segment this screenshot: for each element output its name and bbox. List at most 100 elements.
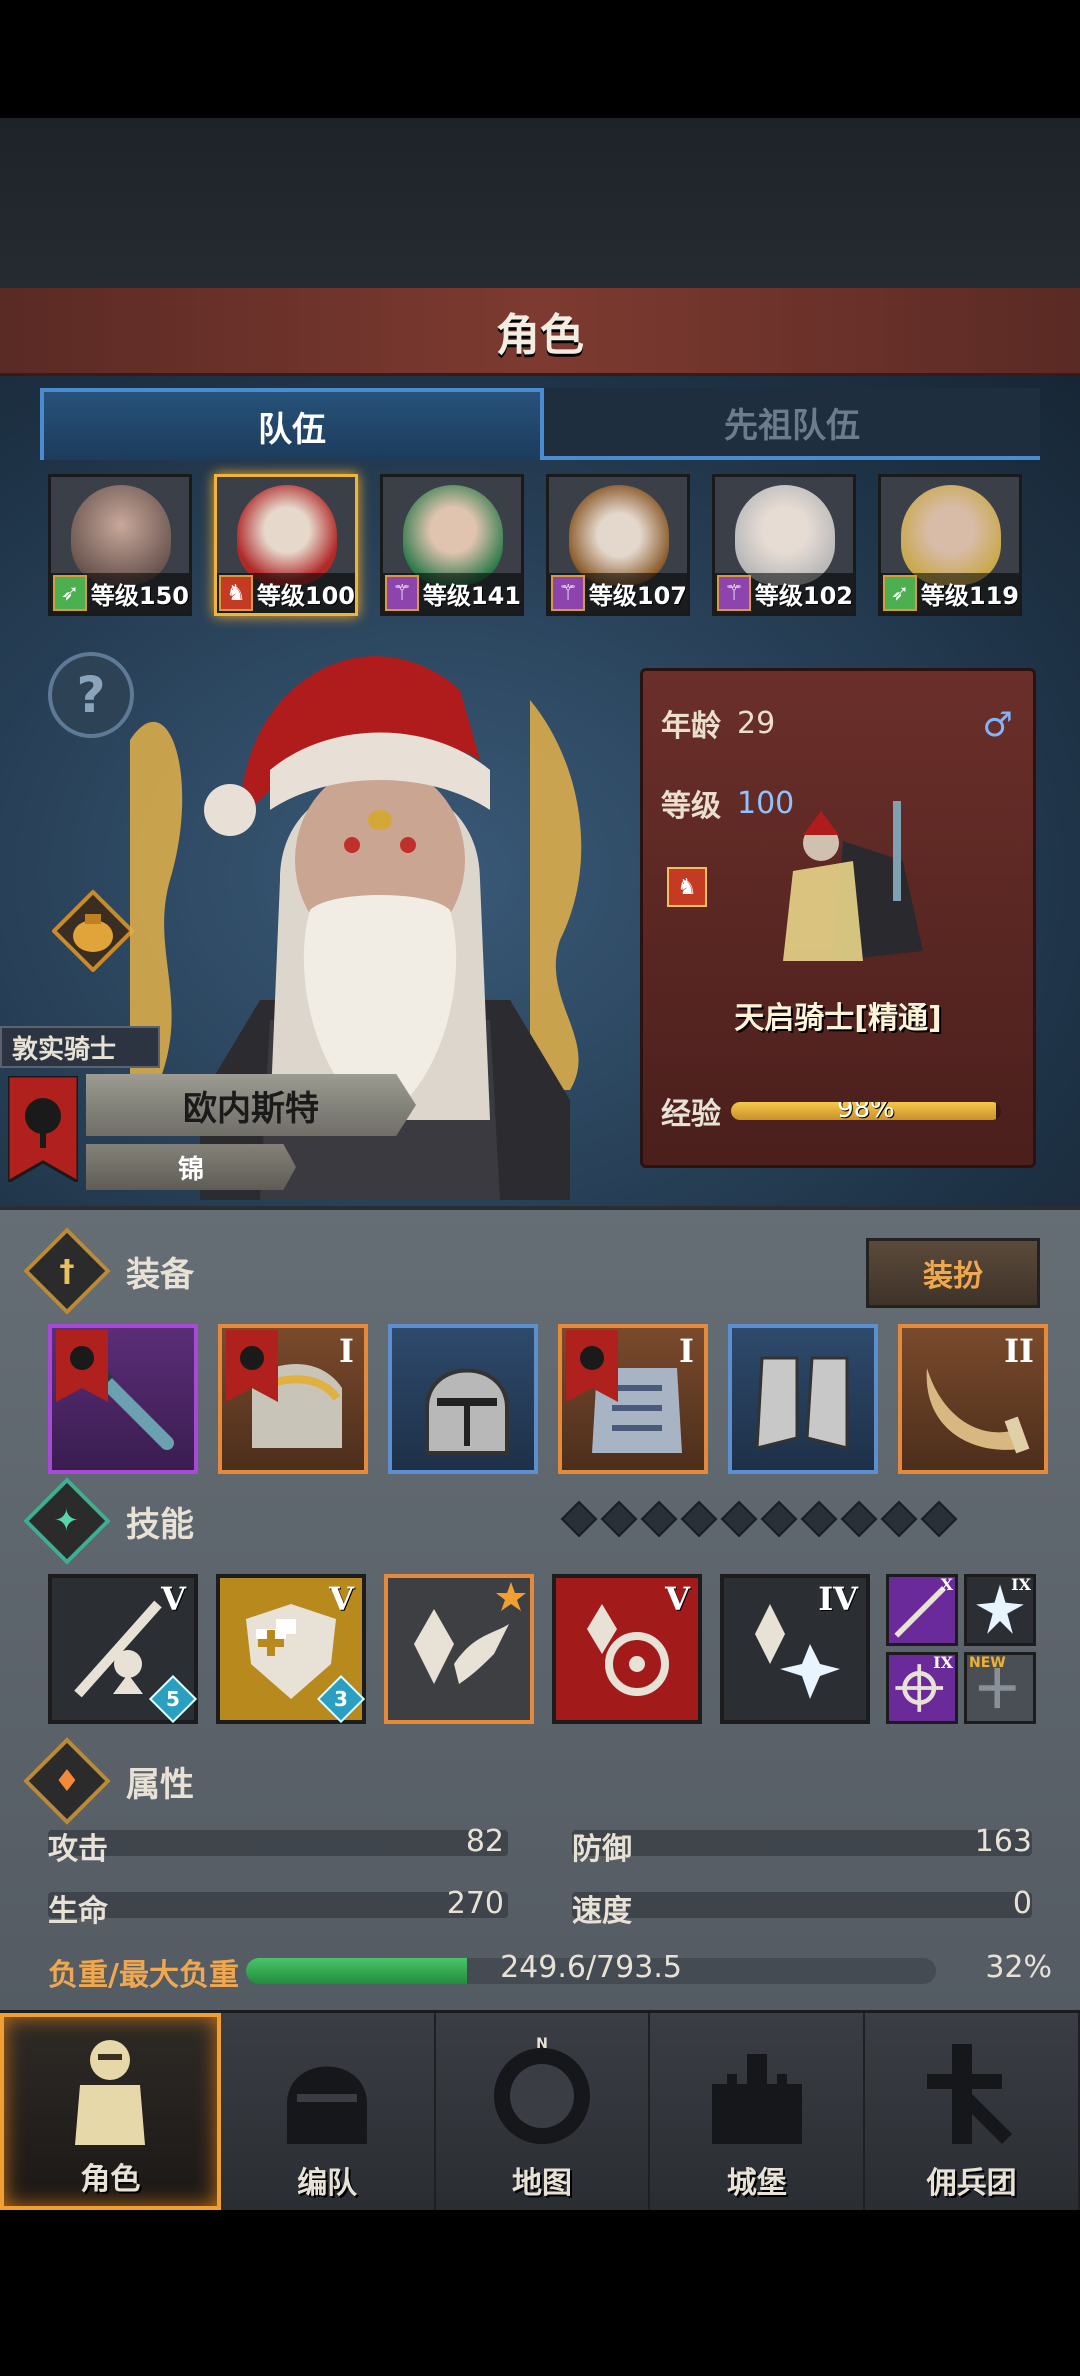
dagger-icon: † xyxy=(23,1227,111,1315)
equipment-slot-weapon[interactable] xyxy=(48,1324,198,1474)
roster-member[interactable]: ⚚ 等级141 xyxy=(380,474,524,616)
load-percent: 32% xyxy=(985,1950,1052,1985)
avatar xyxy=(403,485,503,585)
passive-skill-slot[interactable]: IX xyxy=(886,1652,958,1724)
exp-label: 经验 xyxy=(661,1097,721,1132)
nav-label: 城堡 xyxy=(726,2166,787,2201)
bow-icon: ➶ xyxy=(53,575,87,611)
title-bar: 角色 xyxy=(0,288,1080,376)
level-label: 等级107 xyxy=(588,581,687,610)
skill-slot-dot xyxy=(920,1500,958,1538)
passive-skill-slot[interactable]: X xyxy=(886,1574,958,1646)
horse-icon: ♞ xyxy=(219,575,253,611)
helmet-icon xyxy=(287,2066,368,2144)
passive-skill-slot[interactable]: IX xyxy=(964,1574,1036,1646)
hp-label: 生命 xyxy=(48,1894,108,1929)
top-dark-band xyxy=(0,118,1080,288)
castle-icon xyxy=(711,2054,802,2144)
hp-value: 270 xyxy=(446,1886,504,1921)
roster-member[interactable]: ➶ 等级119 xyxy=(878,474,1022,616)
attributes-header: ♦ 属性 xyxy=(23,1737,194,1825)
avatar xyxy=(237,485,337,585)
equipment-slot-chest[interactable]: I xyxy=(558,1324,708,1474)
load-value: 249.6/793.5 xyxy=(500,1950,682,1985)
compass-icon: N xyxy=(493,2036,590,2144)
tier-label: I xyxy=(339,1332,354,1370)
level-label: 等级 xyxy=(661,789,721,824)
nav-formation[interactable]: 编队 xyxy=(221,2013,436,2210)
question-icon: ? xyxy=(76,666,106,724)
tree-banner-icon xyxy=(8,1076,78,1182)
defense-value: 163 xyxy=(974,1824,1032,1859)
boots-icon xyxy=(755,1356,849,1450)
equipment-slot-boots[interactable] xyxy=(728,1324,878,1474)
character-rank: 锦 xyxy=(86,1144,296,1190)
level-label: 等级141 xyxy=(422,581,521,610)
defense-label: 防御 xyxy=(572,1832,632,1867)
skill-slot-dot xyxy=(800,1500,838,1538)
equipment-slot-accessory[interactable]: II xyxy=(898,1324,1048,1474)
nav-character[interactable]: 角色 xyxy=(0,2013,221,2210)
level-label: 等级119 xyxy=(920,581,1019,610)
horse-icon: ♞ xyxy=(667,867,707,907)
attack-value: 82 xyxy=(465,1824,504,1859)
nav-mercenary[interactable]: 佣兵团 xyxy=(865,2013,1080,2210)
skill-slot[interactable]: V 3 xyxy=(216,1574,366,1724)
svg-text:N: N xyxy=(536,2036,548,2052)
roster-member[interactable]: ⚚ 等级107 xyxy=(546,474,690,616)
mounted-knight-icon xyxy=(783,801,923,961)
nav-label: 角色 xyxy=(80,2162,141,2197)
tier-label: IV xyxy=(818,1580,858,1618)
class-name: 天启骑士[精通] xyxy=(734,1001,942,1036)
speed-label: 速度 xyxy=(572,1894,632,1929)
attributes-label: 属性 xyxy=(126,1764,194,1805)
skill-slot[interactable]: V xyxy=(552,1574,702,1724)
roster-member[interactable]: ➶ 等级150 xyxy=(48,474,192,616)
passive-skill-slot[interactable]: NEW xyxy=(964,1652,1036,1724)
help-button[interactable]: ? xyxy=(48,652,134,738)
tier-label: X xyxy=(940,1575,953,1594)
equipment-label: 装备 xyxy=(126,1254,194,1295)
nav-castle[interactable]: 城堡 xyxy=(650,2013,866,2210)
attack-label: 攻击 xyxy=(48,1832,108,1867)
skill-slot-dot xyxy=(840,1500,878,1538)
nav-map[interactable]: N 地图 xyxy=(436,2013,651,2210)
equipment-slot-shoulder[interactable]: I xyxy=(218,1324,368,1474)
age-label: 年龄 xyxy=(661,709,721,744)
level-label: 等级100 xyxy=(256,581,355,610)
pot-icon[interactable] xyxy=(52,890,134,972)
mercenary-icon xyxy=(926,2044,1012,2144)
team-tabs: 队伍 先祖队伍 xyxy=(40,388,1040,460)
nav-label: 地图 xyxy=(511,2166,572,2201)
male-gender-icon: ♂ xyxy=(982,705,1013,745)
tree-banner-icon xyxy=(56,1330,108,1402)
dress-up-button[interactable]: 装扮 xyxy=(866,1238,1040,1308)
skill-slot-dot xyxy=(680,1500,718,1538)
tab-ancestor-team[interactable]: 先祖队伍 xyxy=(544,388,1040,460)
level-label: 等级102 xyxy=(754,581,853,610)
roster-member[interactable]: ⚚ 等级102 xyxy=(712,474,856,616)
exp-percent: 98% xyxy=(837,1102,895,1120)
skill-slot[interactable] xyxy=(384,1574,534,1724)
character-title: 敦实骑士 xyxy=(0,1026,160,1068)
skill-slot-dot xyxy=(640,1500,678,1538)
bottom-black-area xyxy=(0,2210,1080,2376)
tab-team[interactable]: 队伍 xyxy=(40,388,544,460)
skill-slot[interactable]: V 5 xyxy=(48,1574,198,1724)
skill-slot-dot xyxy=(600,1500,638,1538)
tier-label: II xyxy=(1004,1332,1034,1370)
team-roster: ➶ 等级150 ♞ 等级100 ⚚ 等级141 ⚚ 等级107 ⚚ 等级102 xyxy=(48,474,1038,619)
skills-header: ✦ 技能 xyxy=(23,1477,194,1565)
tier-label: I xyxy=(679,1332,694,1370)
character-name: 欧内斯特 xyxy=(86,1074,416,1136)
roster-member[interactable]: ♞ 等级100 xyxy=(214,474,358,616)
equipment-slot-helmet[interactable] xyxy=(388,1324,538,1474)
bottom-nav: 角色 编队 N 地图 城堡 佣兵团 xyxy=(0,2010,1080,2210)
star-icon: ✦ xyxy=(23,1477,111,1565)
tier-label: V xyxy=(161,1580,186,1618)
page-title: 角色 xyxy=(496,309,584,361)
character-info-panel: 年龄 29 ♂ 等级 100 ♞ 天启骑士[精通] 经验 98% xyxy=(640,668,1036,1168)
skill-slot-dot xyxy=(880,1500,918,1538)
skill-slot[interactable]: IV xyxy=(720,1574,870,1724)
avatar xyxy=(901,485,1001,585)
